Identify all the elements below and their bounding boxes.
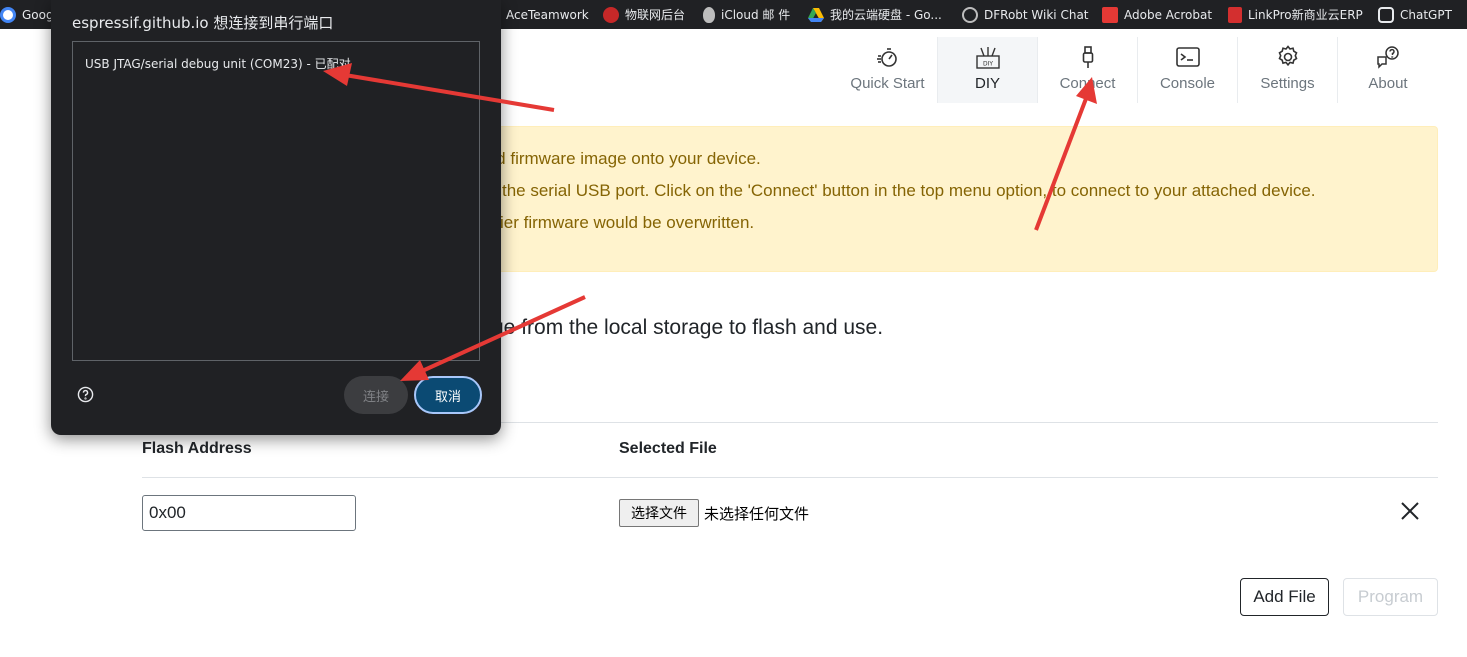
bookmark-iot[interactable]: 物联网后台 [603, 0, 693, 29]
close-icon[interactable] [1398, 499, 1422, 523]
port-list: USB JTAG/serial debug unit (COM23) - 已配对 [72, 41, 480, 361]
usb-plug-icon [1082, 46, 1093, 68]
table-header-border [142, 477, 1438, 478]
bookmark-google-drive[interactable]: 我的云端硬盘 - Go... [808, 0, 950, 29]
header-flash-address: Flash Address [142, 440, 252, 457]
dialog-title: espressif.github.io 想连接到串行端口 [72, 14, 334, 32]
help-circle-icon[interactable] [77, 386, 94, 403]
file-status-text: 未选择任何文件 [704, 505, 810, 523]
bookmark-chatgpt[interactable]: ChatGPT [1378, 0, 1460, 29]
nav-quick-start[interactable]: Quick Start [838, 37, 938, 103]
section-heading: ge from the local storage to flash and u… [492, 316, 884, 339]
bookmark-linkpro[interactable]: LinkPro新商业云ERP [1228, 0, 1371, 29]
bookmark-label: 物联网后台 [625, 8, 686, 22]
bookmark-label: DFRobt Wiki Chat [984, 7, 1089, 22]
quick-start-icon [876, 48, 897, 67]
about-icon [1377, 46, 1399, 69]
add-file-button[interactable]: Add File [1240, 578, 1329, 616]
diy-icon: DIY [975, 47, 1000, 69]
console-icon [1175, 47, 1200, 67]
nav-label: Connect [1059, 75, 1116, 92]
nav-connect[interactable]: Connect [1038, 37, 1138, 103]
bookmark-icloud[interactable]: iCloud 邮 件 [703, 0, 798, 29]
bookmark-label: 我的云端硬盘 - Go... [830, 8, 942, 22]
nav-diy[interactable]: DIY DIY [938, 37, 1038, 103]
bookmark-adobe-acrobat[interactable]: Adobe Acrobat [1102, 0, 1220, 29]
choose-file-button[interactable]: 选择文件 [619, 499, 699, 527]
alert-line-1: ted firmware image onto your device. [482, 149, 761, 168]
bookmark-dfrobot-wiki[interactable]: DFRobt Wiki Chat [962, 0, 1097, 29]
apple-icon [703, 6, 715, 23]
nav-about[interactable]: About [1338, 37, 1438, 103]
google-drive-icon [808, 7, 824, 22]
nav-console[interactable]: Console [1138, 37, 1238, 103]
bookmark-label: AceTeamwork [506, 7, 589, 22]
iot-icon [603, 6, 619, 23]
connect-button[interactable]: 连接 [344, 376, 408, 414]
bookmark-label: iCloud 邮 件 [721, 8, 791, 22]
nav-label: DIY [974, 75, 1000, 92]
google-icon [0, 6, 16, 23]
nav-label: Quick Start [850, 75, 925, 92]
linkpro-icon [1228, 6, 1242, 23]
nav-settings[interactable]: Settings [1238, 37, 1338, 103]
alert-line-2: the serial USB port. Click on the 'Conne… [502, 181, 1316, 200]
alert-line-3: ier firmware would be overwritten. [500, 213, 755, 232]
nav-label: Console [1159, 75, 1216, 92]
port-list-item[interactable]: USB JTAG/serial debug unit (COM23) - 已配对 [85, 55, 351, 72]
program-button[interactable]: Program [1343, 578, 1438, 616]
svg-text:DIY: DIY [982, 61, 992, 68]
bookmark-label: LinkPro新商业云ERP [1248, 8, 1363, 22]
flash-address-input[interactable] [142, 495, 356, 531]
nav-label: About [1368, 75, 1408, 92]
bookmark-aceteamwork[interactable]: AceTeamwork [486, 0, 597, 29]
gear-icon [1277, 45, 1298, 67]
chatgpt-icon [1378, 6, 1394, 23]
nav-label: Settings [1260, 75, 1315, 92]
serial-port-dialog: espressif.github.io 想连接到串行端口 USB JTAG/se… [51, 0, 501, 435]
top-nav: Quick Start DIY DIY Connect Console Sett… [838, 37, 1438, 103]
header-selected-file: Selected File [619, 440, 717, 457]
globe-icon [962, 6, 978, 23]
bookmark-label: Adobe Acrobat [1124, 7, 1213, 22]
cancel-button[interactable]: 取消 [414, 376, 482, 414]
acrobat-icon [1102, 6, 1118, 23]
bookmark-label: ChatGPT [1400, 7, 1452, 22]
